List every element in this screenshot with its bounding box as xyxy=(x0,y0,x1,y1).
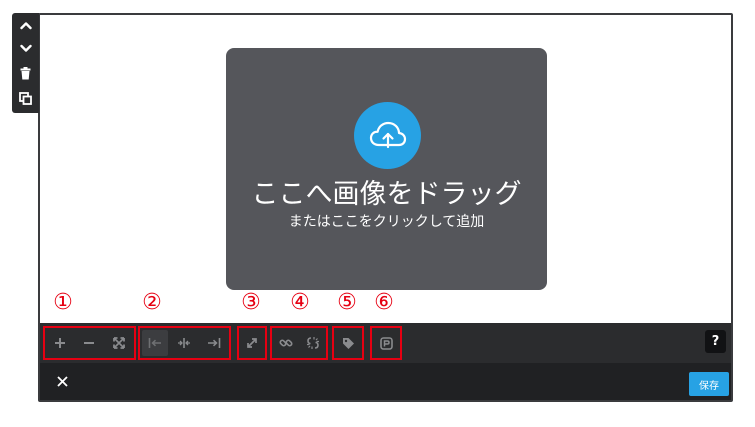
expand-button[interactable] xyxy=(239,330,265,356)
copy-icon xyxy=(19,92,32,105)
chevron-up-icon xyxy=(19,22,32,30)
fit-button[interactable] xyxy=(106,330,132,356)
caption-button[interactable] xyxy=(373,330,399,356)
caption-group xyxy=(370,326,402,360)
align-center-button[interactable] xyxy=(171,330,197,356)
close-button[interactable] xyxy=(53,372,71,390)
tag-group xyxy=(332,326,364,360)
upload-button[interactable] xyxy=(354,102,421,169)
cloud-upload-icon xyxy=(369,121,406,148)
tag-button[interactable] xyxy=(335,330,361,356)
callout-5: ⑤ xyxy=(337,290,357,315)
link-group xyxy=(270,326,328,360)
zoom-out-button[interactable] xyxy=(76,330,102,356)
move-up-button[interactable] xyxy=(16,16,35,35)
block-side-toolbar xyxy=(12,13,39,113)
tag-icon xyxy=(342,337,354,349)
zoom-in-button[interactable] xyxy=(47,330,73,356)
callout-6: ⑥ xyxy=(374,290,394,315)
link-button[interactable] xyxy=(273,330,299,356)
callout-2: ② xyxy=(142,290,162,315)
callout-4: ④ xyxy=(290,290,310,315)
align-center-icon xyxy=(178,338,191,348)
dropzone-title: ここへ画像をドラッグ xyxy=(251,179,522,210)
align-left-icon xyxy=(148,338,161,348)
image-dropzone[interactable]: ここへ画像をドラッグ またはここをクリックして追加 xyxy=(226,48,547,290)
trash-icon xyxy=(20,67,31,80)
caption-icon xyxy=(379,336,393,350)
link-icon xyxy=(278,339,293,347)
image-toolbar: ? xyxy=(40,323,731,363)
align-left-button[interactable] xyxy=(141,330,168,356)
unlink-button[interactable] xyxy=(300,330,326,356)
fit-icon xyxy=(113,337,126,349)
editor-footer: 保存 xyxy=(40,363,731,400)
callout-3: ③ xyxy=(241,290,261,315)
zoom-out-icon xyxy=(84,342,95,344)
unlink-icon xyxy=(306,337,319,349)
save-button[interactable]: 保存 xyxy=(689,372,729,396)
close-icon xyxy=(56,375,68,387)
fullsize-group xyxy=(237,326,267,360)
callout-1: ① xyxy=(53,290,73,315)
zoom-group xyxy=(43,326,136,360)
chevron-down-icon xyxy=(19,44,32,52)
delete-button[interactable] xyxy=(16,64,35,83)
duplicate-button[interactable] xyxy=(16,89,35,108)
help-button[interactable]: ? xyxy=(705,330,726,353)
align-right-icon xyxy=(208,338,221,348)
dropzone-subtitle: またはここをクリックして追加 xyxy=(288,214,485,230)
expand-icon xyxy=(247,338,257,348)
align-group xyxy=(138,326,231,360)
align-right-button[interactable] xyxy=(201,330,227,356)
zoom-in-icon xyxy=(54,338,65,348)
move-down-button[interactable] xyxy=(16,39,35,58)
